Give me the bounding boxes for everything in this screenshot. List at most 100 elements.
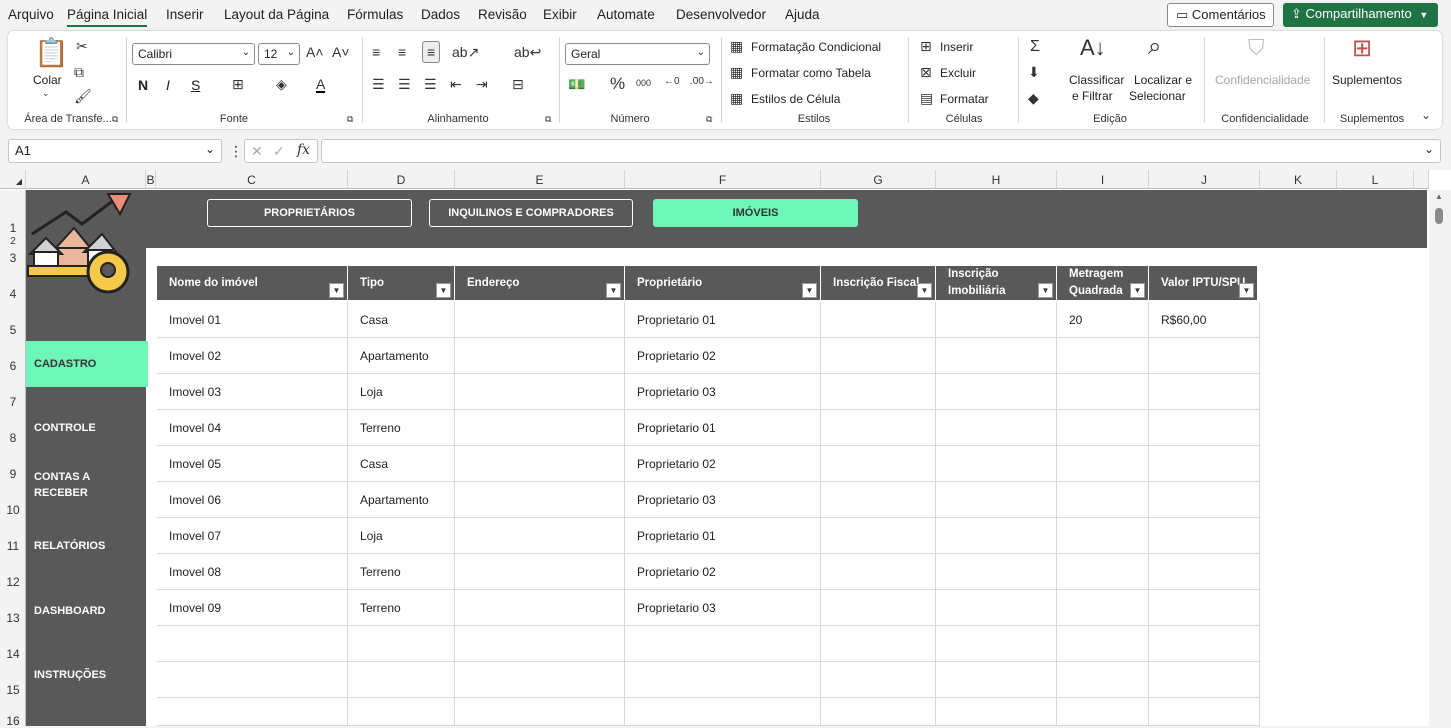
col-header-k[interactable]: K [1260,170,1337,189]
row-header-12[interactable]: 12 [0,554,26,590]
table-cell[interactable] [936,554,1057,590]
comments-button[interactable]: ▭ Comentários [1167,3,1274,27]
name-box[interactable]: A1 ⌄ [8,139,222,163]
table-cell[interactable]: Proprietario 03 [625,590,821,626]
row-header-9[interactable]: 9 [0,446,26,482]
table-cell[interactable] [455,482,625,518]
table-cell[interactable] [936,518,1057,554]
number-format-select[interactable]: Geral ⌄ [565,43,710,65]
table-cell[interactable] [936,302,1057,338]
row-header-2[interactable]: 2 [0,236,26,247]
cancel-icon[interactable]: ✕ [251,144,263,158]
font-color-icon[interactable]: A [316,77,326,93]
font-name-select[interactable]: Calibri ⌄ [132,43,255,65]
table-cell[interactable] [821,698,936,726]
table-cell[interactable]: Proprietario 02 [625,446,821,482]
vertical-scrollbar[interactable]: ▲ [1429,190,1451,726]
table-cell[interactable] [821,410,936,446]
row-header-1[interactable]: 1 [0,190,26,236]
align-right-icon[interactable]: ☰ [424,77,437,91]
row-header-14[interactable]: 14 [0,626,26,662]
clear-icon[interactable]: ◆ [1028,91,1039,105]
table-cell[interactable]: Imovel 04 [157,410,348,446]
table-cell[interactable] [1057,662,1149,698]
table-cell[interactable] [455,302,625,338]
paste-button[interactable]: Colar [33,73,62,87]
table-cell[interactable] [1149,698,1260,726]
fill-icon[interactable]: ⬇ [1028,65,1040,79]
align-bottom-icon[interactable]: ≡ [422,41,441,63]
table-cell[interactable]: Proprietario 02 [625,338,821,374]
table-cell[interactable]: Imovel 06 [157,482,348,518]
nav-inquilinos-button[interactable]: INQUILINOS E COMPRADORES [429,199,633,227]
menu-inserir[interactable]: Inserir [166,7,204,22]
row-header-15[interactable]: 15 [0,662,26,698]
sidebar-item-controle[interactable]: CONTROLE [26,422,148,442]
col-header-j[interactable]: J [1149,170,1260,189]
cut-icon[interactable]: ✂ [76,39,88,53]
sidebar-item-contas-a-receber[interactable]: CONTAS A RECEBER [26,469,116,503]
table-cell[interactable] [936,662,1057,698]
table-cell[interactable] [1057,374,1149,410]
col-header-l[interactable]: L [1337,170,1414,189]
filter-dropdown-icon[interactable]: ▼ [917,283,932,298]
ribbon-collapse-icon[interactable]: ⌄ [1421,109,1431,121]
menu-arquivo[interactable]: Arquivo [8,7,54,22]
table-cell[interactable] [1149,410,1260,446]
enter-icon[interactable]: ✓ [273,144,285,158]
table-cell[interactable] [821,590,936,626]
table-cell[interactable] [936,698,1057,726]
sidebar-item-cadastro[interactable]: CADASTRO [26,341,148,387]
table-cell[interactable] [821,482,936,518]
table-cell[interactable] [455,662,625,698]
table-cell[interactable] [1057,446,1149,482]
filter-dropdown-icon[interactable]: ▼ [329,283,344,298]
chevron-down-icon[interactable]: ⌄ [1424,142,1434,156]
table-cell[interactable] [936,626,1057,662]
col-header-h[interactable]: H [936,170,1057,189]
filter-dropdown-icon[interactable]: ▼ [1038,283,1053,298]
underline-button[interactable]: S [191,77,200,93]
table-cell[interactable] [821,518,936,554]
format-painter-icon[interactable]: 🖌 [74,89,92,103]
table-cell[interactable] [936,338,1057,374]
formula-input[interactable]: ⌄ [321,139,1441,163]
dialog-launcher-icon[interactable]: ⧉ [347,115,353,124]
col-header-g[interactable]: G [821,170,936,189]
menu-exibir[interactable]: Exibir [543,7,577,22]
table-cell[interactable]: Apartamento [348,338,455,374]
table-cell[interactable] [157,626,348,662]
increase-indent-icon[interactable]: ⇥ [476,77,488,91]
scroll-up-icon[interactable]: ▲ [1435,192,1443,201]
table-cell[interactable] [821,626,936,662]
table-cell[interactable] [936,482,1057,518]
format-table-icon[interactable]: ▦ [730,65,743,79]
table-cell[interactable] [1057,338,1149,374]
menu-formulas[interactable]: Fórmulas [347,7,403,22]
fill-color-icon[interactable]: ◈ [276,77,287,91]
function-icon[interactable]: fx [297,143,310,157]
borders-icon[interactable]: ⊞ [232,77,244,91]
col-header-i[interactable]: I [1057,170,1149,189]
table-cell[interactable] [1057,518,1149,554]
table-cell[interactable] [936,446,1057,482]
table-cell[interactable]: Imovel 08 [157,554,348,590]
row-header-10[interactable]: 10 [0,482,26,518]
menu-revisao[interactable]: Revisão [478,7,527,22]
table-cell[interactable]: Loja [348,518,455,554]
table-cell[interactable] [625,698,821,726]
search-icon[interactable]: ⌕ [1148,35,1161,59]
table-cell[interactable]: Proprietario 03 [625,482,821,518]
dialog-launcher-icon[interactable]: ⧉ [112,115,118,124]
addins-icon[interactable]: ⊞ [1352,37,1372,61]
table-cell[interactable] [1149,554,1260,590]
table-cell[interactable] [348,698,455,726]
sort-filter-button[interactable]: Classificar [1069,73,1124,87]
sidebar-item-dashboard[interactable]: DASHBOARD [26,605,148,625]
table-cell[interactable] [455,518,625,554]
format-cells-button[interactable]: Formatar [940,92,989,106]
table-cell[interactable] [1149,446,1260,482]
table-cell[interactable] [455,446,625,482]
table-cell[interactable]: Proprietario 03 [625,374,821,410]
table-cell[interactable]: Terreno [348,410,455,446]
